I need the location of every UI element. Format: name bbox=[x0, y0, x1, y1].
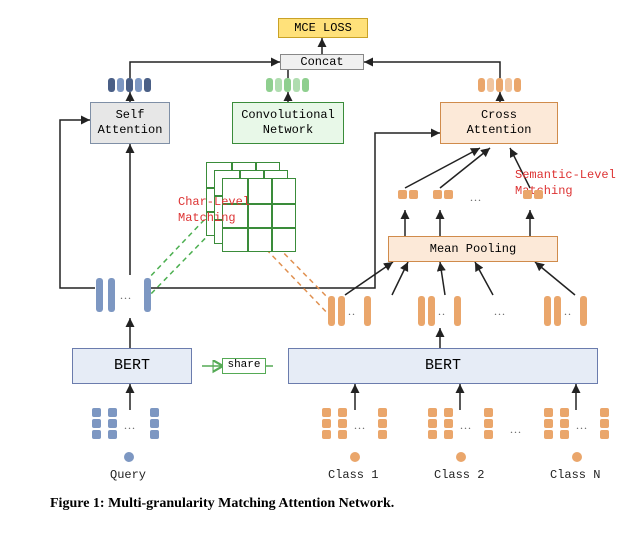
pooled-vec-2 bbox=[433, 190, 453, 199]
self-attention-label: Self Attention bbox=[98, 108, 163, 138]
bert-left-label: BERT bbox=[114, 357, 150, 376]
pooled-vec-n bbox=[523, 190, 543, 199]
char-level-label: Char-Level Matching bbox=[178, 195, 250, 226]
cross-att-output-vec bbox=[478, 78, 521, 92]
class-ellipsis: ... bbox=[510, 422, 522, 437]
bert-right-box: BERT bbox=[288, 348, 598, 384]
class1-dot bbox=[350, 452, 360, 462]
conv-output-vec bbox=[266, 78, 309, 92]
query-dot bbox=[124, 452, 134, 462]
concat-box: Concat bbox=[280, 54, 364, 70]
mean-pooling-label: Mean Pooling bbox=[430, 242, 516, 257]
pooled-ellipsis: ... bbox=[470, 190, 482, 205]
class2-dot bbox=[456, 452, 466, 462]
class1-label: Class 1 bbox=[328, 468, 378, 482]
pooled-vec-1 bbox=[398, 190, 418, 199]
classN-dot bbox=[572, 452, 582, 462]
conv-net-label: Convolutional Network bbox=[241, 108, 335, 138]
figure-caption: Figure 1: Multi-granularity Matching Att… bbox=[50, 496, 394, 512]
mean-pooling-box: Mean Pooling bbox=[388, 236, 558, 262]
mce-loss-box: MCE LOSS bbox=[278, 18, 368, 38]
self-attention-box: Self Attention bbox=[90, 102, 170, 144]
class2-label: Class 2 bbox=[434, 468, 484, 482]
classN-label: Class N bbox=[550, 468, 600, 482]
connector-lines bbox=[0, 0, 640, 538]
bert-left-box: BERT bbox=[72, 348, 192, 384]
share-label: share bbox=[227, 359, 260, 373]
concat-label: Concat bbox=[300, 55, 343, 70]
cross-attention-label: Cross Attention bbox=[467, 108, 532, 138]
share-box: share bbox=[222, 358, 266, 374]
cross-attention-box: Cross Attention bbox=[440, 102, 558, 144]
bert-right-label: BERT bbox=[425, 357, 461, 376]
mce-loss-label: MCE LOSS bbox=[294, 21, 352, 36]
self-att-output-vec bbox=[108, 78, 151, 92]
diagram-canvas: MCE LOSS Concat Self Attention Convoluti… bbox=[0, 0, 640, 538]
query-label: Query bbox=[110, 468, 146, 482]
conv-net-box: Convolutional Network bbox=[232, 102, 344, 144]
